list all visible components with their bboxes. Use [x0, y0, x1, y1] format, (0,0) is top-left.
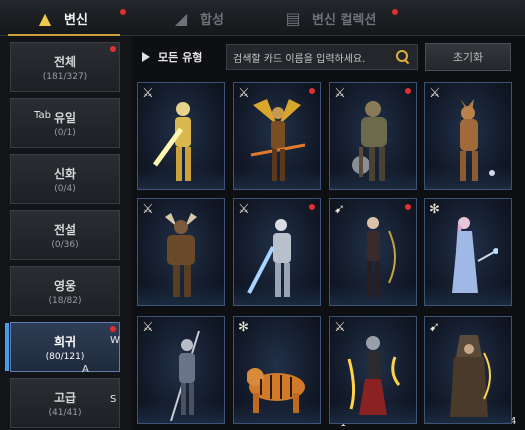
transform-card[interactable]: ⚔: [137, 82, 225, 190]
grade-count: (80/121): [45, 351, 85, 362]
tab-synthesis[interactable]: ◢ 합성: [170, 0, 224, 36]
character-figure: [460, 99, 495, 181]
transform-card[interactable]: ✻: [424, 198, 512, 306]
transform-card[interactable]: ✻: [233, 316, 321, 424]
card-book-icon: ▤: [285, 8, 301, 28]
search-placeholder: 검색할 카드 이름을 입력하세요.: [233, 53, 366, 65]
character-figure: [450, 335, 491, 417]
grade-count: (0/4): [54, 183, 76, 194]
transform-card[interactable]: ⚔: [233, 82, 321, 190]
character-figure: [367, 217, 396, 297]
grade-count: (0/1): [54, 127, 76, 138]
anvil-icon: ◢: [174, 8, 188, 28]
bow-icon: ➹: [429, 320, 440, 335]
winged-sword-icon: ⚔: [429, 86, 441, 101]
tab-label: 변신 컬렉션: [312, 12, 377, 28]
transform-card[interactable]: ⚔: [137, 198, 225, 306]
staff-icon: ✻: [429, 202, 440, 217]
notify-dot: [110, 46, 116, 52]
grade-hero[interactable]: 영웅 (18/82): [10, 266, 120, 316]
staff-icon: ✻: [238, 320, 249, 335]
winged-sword-icon: ⚔: [238, 202, 250, 217]
winged-sword-icon: ⚔: [142, 202, 154, 217]
notify-dot: [405, 204, 411, 210]
tab-transform[interactable]: ▲ 변신: [34, 0, 88, 36]
grade-name: 고급: [53, 390, 77, 405]
grade-advanced[interactable]: 고급 (41/41): [10, 378, 120, 428]
notify-dot: [309, 204, 315, 210]
grade-all[interactable]: 전체 (181/327): [10, 42, 120, 92]
tab-label: 합성: [200, 12, 224, 28]
notify-dot: [309, 88, 315, 94]
transform-card[interactable]: ⚔: [137, 316, 225, 424]
grade-rare[interactable]: 희귀 (80/121): [5, 322, 120, 372]
key-hint-s: S: [110, 394, 117, 405]
character-figure: [170, 330, 200, 421]
character-figure: [452, 217, 498, 293]
grade-name: 신화: [53, 166, 77, 181]
winged-sword-icon: ⚔: [334, 320, 346, 335]
winged-sword-icon: ⚔: [238, 86, 250, 101]
character-figure: [152, 102, 191, 181]
top-tab-bar: ▲ 변신 ◢ 합성 ▤ 변신 컬렉션: [0, 0, 525, 36]
card-search-input[interactable]: 검색할 카드 이름을 입력하세요.: [226, 44, 418, 70]
character-figure: [347, 336, 401, 415]
tab-label: 변신: [64, 12, 88, 28]
transform-card[interactable]: ⚔: [233, 198, 321, 306]
transform-card[interactable]: ⚔: [424, 82, 512, 190]
grade-name: 영웅: [53, 278, 77, 293]
grade-myth[interactable]: 신화 (0/4): [10, 154, 120, 204]
grade-count: (0/36): [51, 239, 79, 250]
wizard-hat-icon: ▲: [38, 8, 52, 28]
key-hint-a: A: [82, 364, 89, 375]
notify-dot: [120, 9, 126, 15]
transform-card[interactable]: ➹: [424, 316, 512, 424]
character-figure: [247, 219, 291, 297]
transform-card[interactable]: ➹: [329, 198, 417, 306]
transform-card[interactable]: ⚔: [329, 316, 417, 424]
bow-icon: ➹: [334, 202, 345, 217]
character-figure: [250, 99, 306, 181]
grade-name: 전체: [53, 54, 77, 69]
notify-dot: [110, 326, 116, 332]
grade-unique[interactable]: 유일 (0/1): [10, 98, 120, 148]
character-figure: [165, 213, 197, 297]
grade-count: (41/41): [48, 407, 82, 418]
reset-button[interactable]: 초기화: [425, 43, 511, 71]
grade-name: 유일: [53, 110, 77, 125]
winged-sword-icon: ⚔: [142, 86, 154, 101]
notify-dot: [405, 88, 411, 94]
play-arrow-icon[interactable]: [142, 52, 150, 62]
type-filter-dropdown[interactable]: 모든 유형: [158, 49, 202, 65]
search-icon[interactable]: [395, 49, 411, 65]
grade-name: 희귀: [53, 334, 77, 349]
grade-legend[interactable]: 전설 (0/36): [10, 210, 120, 260]
transform-card[interactable]: ⚔: [329, 82, 417, 190]
grade-name: 전설: [53, 222, 77, 237]
grade-count: (18/82): [48, 295, 82, 306]
notify-dot: [392, 9, 398, 15]
tab-collection[interactable]: ▤ 변신 컬렉션: [282, 0, 376, 36]
character-figure: [247, 368, 305, 413]
grade-sidebar: 전체 (181/327) 유일 (0/1) 신화 (0/4) 전설 (0/36)…: [0, 36, 132, 430]
character-figure: [352, 101, 387, 181]
key-hint-tab: Tab: [34, 110, 51, 121]
grade-count: (181/327): [42, 71, 88, 82]
key-hint-w: W: [110, 335, 120, 346]
winged-sword-icon: ⚔: [334, 86, 346, 101]
selected-indicator: [5, 323, 9, 371]
winged-sword-icon: ⚔: [142, 320, 154, 335]
